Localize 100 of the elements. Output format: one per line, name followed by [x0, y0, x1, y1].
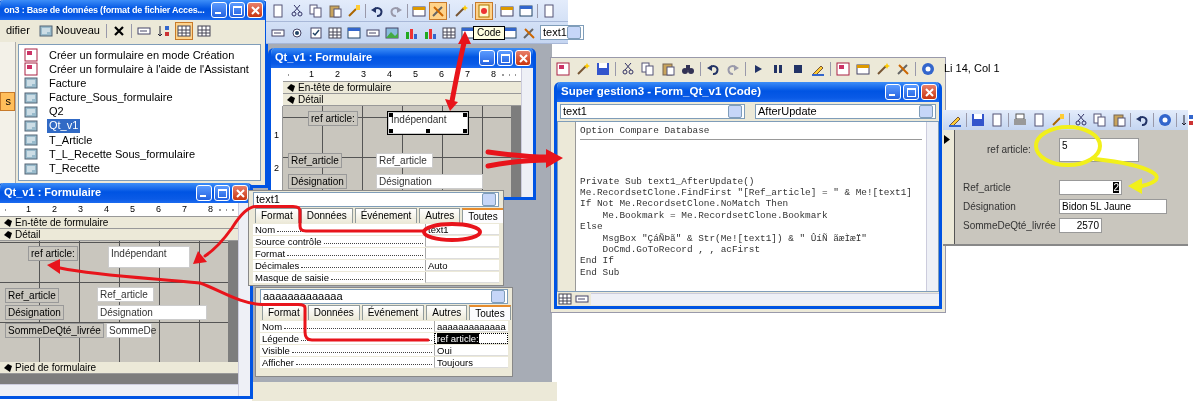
property-value[interactable]: aaaaaaaaaaaaa	[434, 321, 508, 332]
field-value[interactable]: 5	[1059, 138, 1139, 162]
scissors-icon[interactable]	[620, 61, 636, 77]
label-control[interactable]: Ref_article	[288, 153, 342, 168]
design-icon[interactable]	[555, 61, 571, 77]
label-control[interactable]: Ref_article	[5, 288, 59, 303]
object-dropdown[interactable]: aaaaaaaaaaaaa	[260, 289, 508, 304]
paste-icon[interactable]	[1111, 112, 1127, 128]
field-value[interactable]: 2570	[1059, 218, 1102, 233]
tab[interactable]: Autres	[426, 305, 468, 320]
brush-icon[interactable]	[1050, 112, 1066, 128]
object-dropdown[interactable]: text1	[560, 104, 745, 120]
close-button[interactable]	[921, 84, 937, 100]
brush-icon[interactable]	[346, 2, 362, 19]
horizontal-scrollbar[interactable]	[0, 384, 238, 396]
minimize-button[interactable]	[211, 2, 227, 18]
property-value[interactable]: Auto	[425, 260, 499, 271]
label-control[interactable]: SommeDeQté_livrée	[5, 323, 104, 338]
page-icon[interactable]	[1031, 112, 1047, 128]
save-icon[interactable]	[595, 61, 611, 77]
object-item[interactable]: Créer un formulaire à l'aide de l'Assistant	[47, 62, 251, 76]
maximize-button[interactable]	[214, 185, 230, 201]
object-item[interactable]: Facture_Sous_formulaire	[47, 91, 175, 105]
procedure-dropdown[interactable]: AfterUpdate	[755, 104, 936, 120]
object-item[interactable]: T_Recette	[47, 162, 102, 176]
label-control[interactable]: ref article:	[308, 111, 358, 126]
tab[interactable]: Données	[307, 305, 360, 320]
design-icon[interactable]	[835, 61, 851, 77]
section-bar[interactable]: En-tête de formulaire	[0, 217, 238, 229]
object-dropdown[interactable]: text1	[540, 24, 584, 41]
section-bar[interactable]: En-tête de formulaire	[283, 82, 521, 94]
props-icon[interactable]	[855, 61, 871, 77]
textbox-control[interactable]: Ref_article	[376, 153, 433, 168]
copy-icon[interactable]	[1092, 112, 1108, 128]
label-control[interactable]: Désignation	[288, 174, 347, 189]
checkbox-icon[interactable]	[308, 24, 324, 41]
object-item[interactable]: T_L_Recette Sous_formulaire	[47, 147, 198, 161]
tab[interactable]: Événement	[361, 305, 425, 320]
code-icon[interactable]	[476, 2, 492, 19]
maximize-button[interactable]	[229, 2, 245, 18]
help-icon[interactable]	[1157, 112, 1173, 128]
label-control[interactable]: Désignation	[5, 305, 64, 320]
toolbar-button[interactable]: difier	[4, 23, 32, 39]
nav-item[interactable]: s	[0, 92, 15, 112]
toolbar-button[interactable]: Nouveau	[35, 22, 102, 40]
object-item[interactable]: Qt_v1	[47, 119, 81, 133]
maximize-button[interactable]	[497, 50, 513, 66]
wand-icon[interactable]	[575, 61, 591, 77]
property-value[interactable]: Oui	[434, 345, 508, 356]
grid-icon[interactable]	[175, 23, 192, 39]
textbox-control[interactable]: Indépendant	[108, 246, 190, 268]
object-item[interactable]: Créer un formulaire en mode Création	[47, 48, 237, 62]
textbox-control[interactable]: Indépendant	[388, 112, 468, 134]
paste-icon[interactable]	[660, 61, 676, 77]
save-icon[interactable]	[970, 112, 986, 128]
object-item[interactable]: Q2	[47, 105, 66, 119]
vertical-scrollbar[interactable]	[521, 68, 533, 197]
property-value[interactable]	[425, 236, 499, 247]
textbox-control[interactable]: Désignation	[376, 174, 483, 189]
help-icon[interactable]	[920, 61, 936, 77]
tab[interactable]: Toutes	[462, 208, 503, 223]
grid-icon[interactable]	[441, 24, 457, 41]
field-value[interactable]: 2	[1059, 180, 1122, 195]
grid-icon[interactable]	[327, 24, 343, 41]
section-bar[interactable]: Pied de formulaire	[0, 362, 238, 374]
tab[interactable]: Événement	[354, 208, 418, 223]
object-item[interactable]: T_Article	[47, 133, 95, 147]
textbox-control[interactable]: Ref_article	[97, 287, 154, 302]
copy-icon[interactable]	[308, 2, 324, 19]
page-icon[interactable]	[541, 2, 557, 19]
close-button[interactable]	[515, 50, 531, 66]
minimize-button[interactable]	[196, 185, 212, 201]
section-bar[interactable]: Détail	[0, 229, 238, 241]
close-button[interactable]	[232, 185, 248, 201]
tools-icon[interactable]	[430, 2, 446, 19]
image-icon[interactable]	[384, 24, 400, 41]
paste-icon[interactable]	[327, 2, 343, 19]
vertical-scrollbar[interactable]	[926, 122, 938, 291]
maximize-button[interactable]	[903, 84, 919, 100]
property-value[interactable]: Toujours	[434, 357, 508, 368]
textbox-control[interactable]: Désignation	[97, 305, 207, 320]
page-icon[interactable]	[270, 2, 286, 19]
tools-icon[interactable]	[895, 61, 911, 77]
tab[interactable]: Toutes	[469, 305, 511, 320]
copy-icon[interactable]	[640, 61, 656, 77]
label-control[interactable]: ref article:	[28, 246, 78, 261]
scissors-icon[interactable]	[289, 2, 305, 19]
sort-icon[interactable]	[1180, 112, 1196, 128]
page-icon[interactable]	[989, 112, 1005, 128]
horizontal-scrollbar[interactable]	[591, 293, 939, 305]
tab[interactable]: Autres	[419, 208, 461, 223]
tab[interactable]: Format	[255, 208, 299, 223]
tab[interactable]: Données	[300, 208, 353, 223]
object-item[interactable]: Facture	[47, 76, 89, 91]
procedure-view-icon[interactable]	[557, 291, 573, 306]
scissors-icon[interactable]	[1073, 112, 1089, 128]
field-value[interactable]: Bidon 5L Jaune	[1059, 199, 1167, 214]
print-icon[interactable]	[1012, 112, 1028, 128]
minimize-button[interactable]	[885, 84, 901, 100]
object-dropdown[interactable]: text1	[253, 192, 499, 207]
